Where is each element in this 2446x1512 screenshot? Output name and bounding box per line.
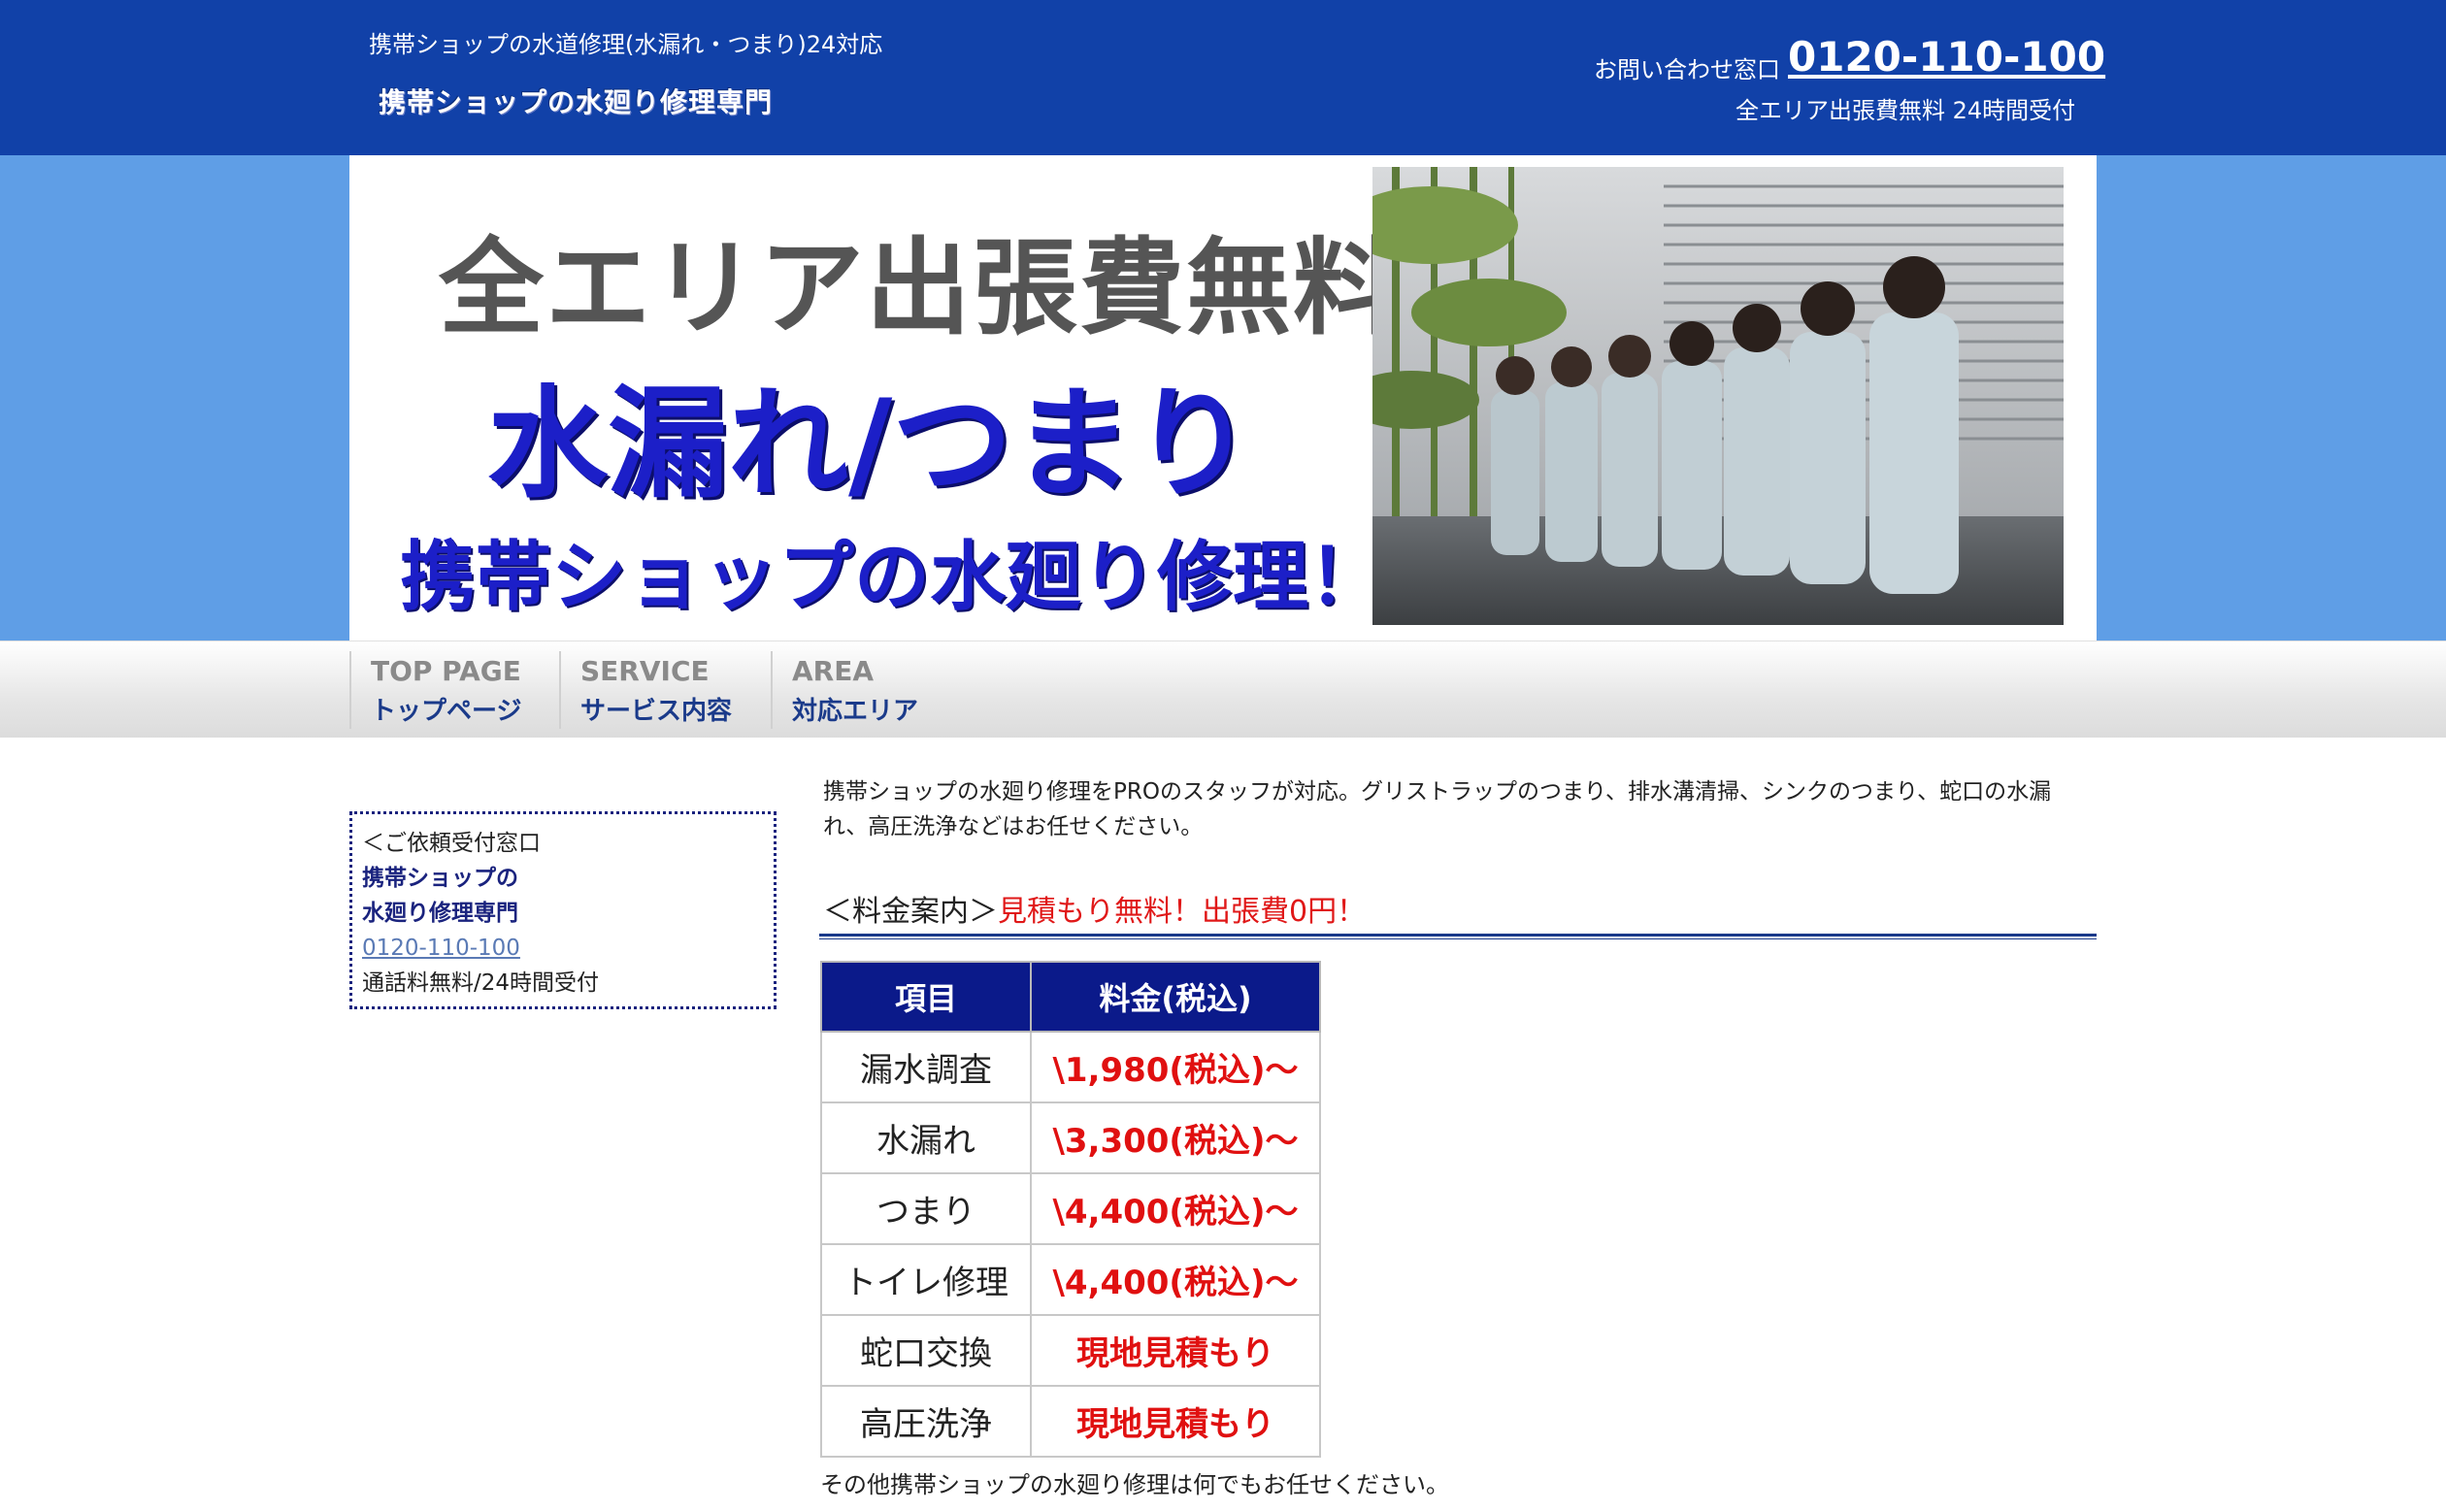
closing-text: その他携帯ショップの水廻り修理は何でもお任せください。	[820, 1471, 1449, 1498]
table-row: 高圧洗浄 現地見積もり	[820, 1385, 1321, 1458]
service-name: 高圧洗浄	[820, 1385, 1032, 1458]
nav-item-label-en: AREA	[792, 655, 875, 687]
nav-item-area[interactable]: AREA 対応エリア	[771, 651, 965, 729]
nav-item-top-page[interactable]: TOP PAGE トップページ	[349, 651, 557, 729]
nav-item-label-en: SERVICE	[580, 655, 710, 687]
sidebar-contact-box: ＜ご依頼受付窓口 携帯ショップの 水廻り修理専門 0120-110-100 通話…	[349, 811, 777, 1009]
column-header-item: 項目	[820, 961, 1032, 1033]
nav-item-label-ja: 対応エリア	[792, 697, 919, 726]
nav-item-label-en: TOP PAGE	[371, 655, 521, 687]
site-header: 携帯ショップの水道修理(水漏れ・つまり)24対応 携帯ショップの水廻り修理専門 …	[0, 0, 2446, 155]
nav-item-label-ja: トップページ	[371, 697, 522, 726]
staff-group-photo	[1372, 167, 2064, 625]
hero-headline-shop-repair: 携帯ショップの水廻り修理！	[400, 534, 1385, 621]
nav-item-service[interactable]: SERVICE サービス内容	[559, 651, 771, 729]
service-name: 水漏れ	[820, 1101, 1032, 1174]
service-name: トイレ修理	[820, 1243, 1032, 1316]
global-nav: TOP PAGE トップページ SERVICE サービス内容 AREA 対応エリ…	[0, 641, 2446, 738]
service-price: \3,300(税込)〜	[1030, 1101, 1321, 1174]
price-heading-prefix: ＜料金案内＞	[823, 895, 998, 929]
sidebar-note: 通話料無料/24時間受付	[362, 970, 600, 996]
sidebar-shop-name-line2: 水廻り修理専門	[362, 901, 518, 926]
price-heading-highlight: 見積もり無料！出張費0円！	[998, 895, 1367, 929]
service-price: 現地見積もり	[1030, 1314, 1321, 1387]
sidebar-heading: ＜ご依頼受付窓口	[362, 831, 541, 856]
site-tagline: 携帯ショップの水道修理(水漏れ・つまり)24対応	[369, 31, 883, 58]
price-table: 項目 料金(税込) 漏水調査 \1,980(税込)〜 水漏れ \3,300(税込…	[820, 961, 1321, 1458]
heading-divider	[819, 934, 2097, 939]
service-name: 蛇口交換	[820, 1314, 1032, 1387]
hero-headline-leak-clog: 水漏れ/つまり	[487, 375, 1254, 514]
intro-text: 携帯ショップの水廻り修理をPROのスタッフが対応。グリストラップのつまり、排水溝…	[823, 779, 2052, 839]
table-row: 水漏れ \3,300(税込)〜	[820, 1101, 1321, 1174]
hero-headline-free-dispatch: 全エリア出張費無料	[439, 228, 1401, 349]
table-row: つまり \4,400(税込)〜	[820, 1172, 1321, 1245]
table-row: 漏水調査 \1,980(税込)〜	[820, 1031, 1321, 1103]
service-price: \4,400(税込)〜	[1030, 1243, 1321, 1316]
service-name: 漏水調査	[820, 1031, 1032, 1103]
hero-banner: 全エリア出張費無料 水漏れ/つまり 携帯ショップの水廻り修理！	[349, 155, 2097, 641]
column-header-price: 料金(税込)	[1030, 961, 1321, 1033]
table-row: トイレ修理 \4,400(税込)〜	[820, 1243, 1321, 1316]
price-section-heading: ＜料金案内＞見積もり無料！出張費0円！	[823, 887, 1366, 930]
contact-phone-link[interactable]: 0120-110-100	[1788, 33, 2105, 81]
site-logo[interactable]: 携帯ショップの水廻り修理専門	[379, 82, 773, 120]
contact-label: お問い合わせ窓口	[1594, 56, 1780, 83]
sidebar-shop-name-line1: 携帯ショップの	[362, 866, 518, 891]
nav-item-label-ja: サービス内容	[580, 697, 733, 726]
sidebar-phone-link[interactable]: 0120-110-100	[362, 936, 520, 961]
table-header-row: 項目 料金(税込)	[820, 961, 1321, 1033]
contact-subtext: 全エリア出張費無料 24時間受付	[1735, 97, 2076, 124]
service-price: \4,400(税込)〜	[1030, 1172, 1321, 1245]
table-row: 蛇口交換 現地見積もり	[820, 1314, 1321, 1387]
service-price: \1,980(税込)〜	[1030, 1031, 1321, 1103]
service-price: 現地見積もり	[1030, 1385, 1321, 1458]
service-name: つまり	[820, 1172, 1032, 1245]
